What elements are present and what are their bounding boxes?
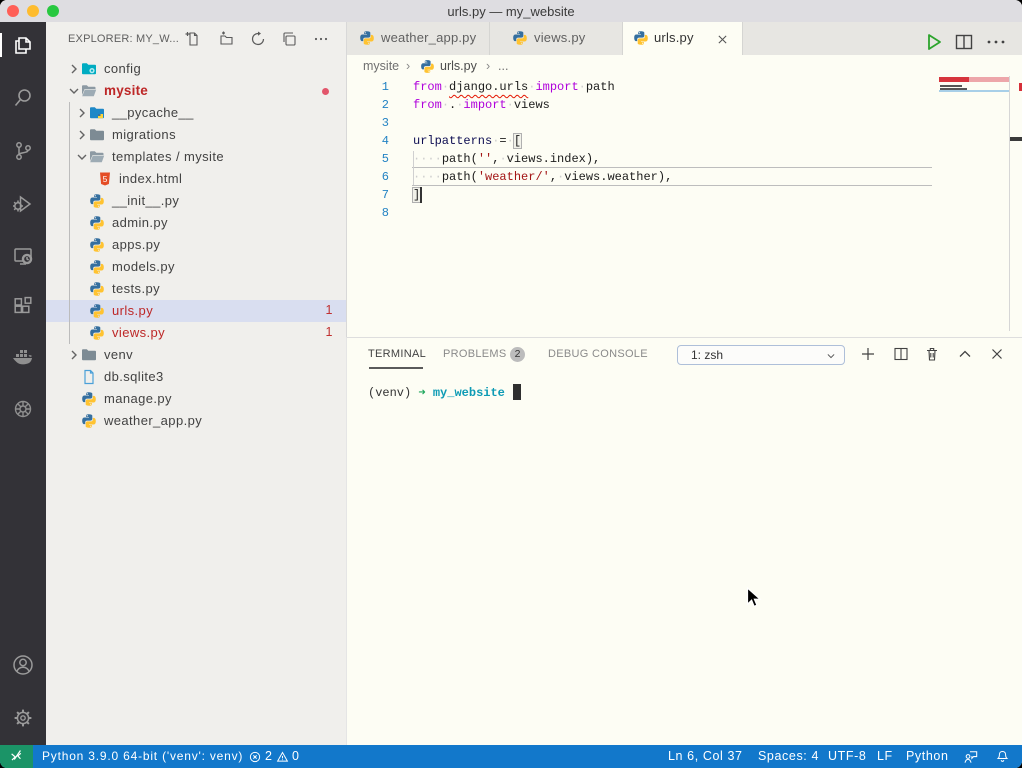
svg-text:5: 5 <box>103 174 108 184</box>
